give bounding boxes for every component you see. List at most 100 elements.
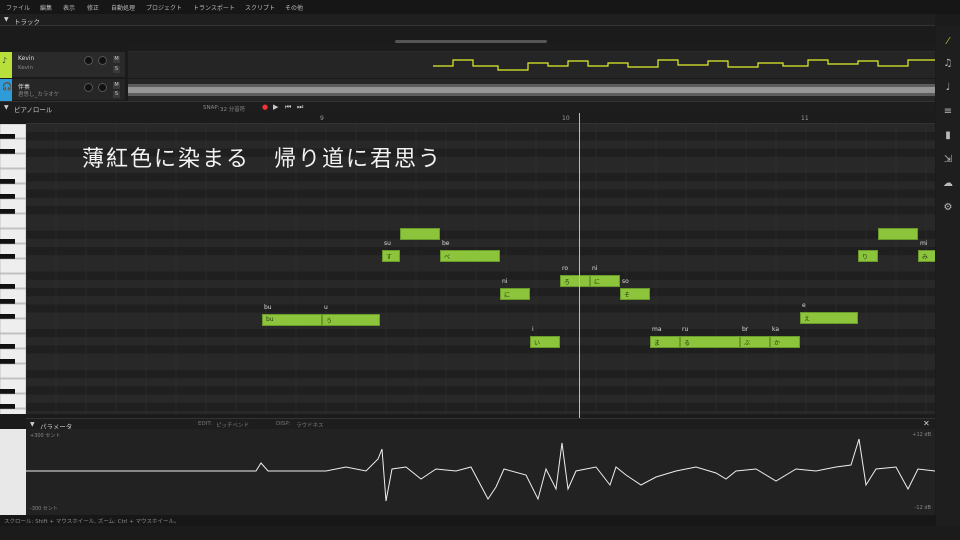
edit-label: EDIT: (198, 421, 212, 427)
note-lyric: に (504, 292, 511, 299)
menu-modify[interactable]: 修正 (87, 3, 99, 12)
note-lyric: る (684, 340, 691, 347)
parameter-area[interactable]: +300 セント -300 セント +12 dB -12 dB (26, 429, 936, 515)
note-lyric: す (386, 254, 393, 261)
status-bar: スクロール: Shift + マウスホイール, ズーム: Ctrl + マウスホ… (0, 515, 960, 526)
book-icon[interactable]: ▮ (942, 130, 954, 142)
note-lyric: り (862, 254, 869, 261)
mute-button[interactable]: M (113, 82, 120, 89)
param-top-label: +300 セント (30, 433, 61, 439)
note-lyric: ま (654, 340, 661, 347)
chevron-down-icon[interactable]: ▼ (4, 104, 9, 111)
note-phoneme: ro (562, 265, 569, 272)
note-phoneme: be (442, 240, 450, 247)
track-section-header: ▼ トラック (0, 14, 935, 26)
note[interactable]: り (858, 250, 878, 262)
pan-knob[interactable] (98, 56, 107, 65)
microphone-icon[interactable]: ♩ (942, 82, 954, 94)
play-icon[interactable]: ▶ (273, 103, 278, 111)
white-key (0, 408, 26, 414)
track-color: 🎧 (0, 79, 12, 101)
note[interactable]: べ (440, 250, 500, 262)
ruler-label: 11 (801, 115, 809, 122)
note[interactable]: ま (650, 336, 680, 348)
snap-label: SNAP: (203, 105, 220, 111)
note[interactable]: か (770, 336, 800, 348)
menu-bar: ファイル 編集 表示 修正 自動処理 プロジェクト トランスポート スクリプト … (0, 0, 960, 14)
status-text: スクロール: Shift + マウスホイール, ズーム: Ctrl + マウスホ… (4, 519, 180, 525)
note[interactable]: そ (620, 288, 650, 300)
volume-knob[interactable] (84, 56, 93, 65)
note[interactable]: い (530, 336, 560, 348)
param-keys (0, 429, 26, 515)
menu-file[interactable]: ファイル (6, 3, 30, 12)
white-key (0, 363, 26, 379)
menu-project[interactable]: プロジェクト (146, 3, 182, 12)
menu-view[interactable]: 表示 (63, 3, 75, 12)
track-sub: 君思し_カラオケ (18, 92, 60, 98)
right-toolbar: ⁄ ♫ ♩ ≡ ▮ ⇲ ☁ ⚙ (936, 26, 960, 526)
cloud-icon[interactable]: ☁ (942, 178, 954, 190)
track-color: ♪ (0, 52, 12, 78)
menu-other[interactable]: その他 (285, 3, 303, 12)
note-phoneme: u (324, 304, 328, 311)
chevron-down-icon[interactable]: ▼ (30, 421, 35, 428)
note-lyric: い (534, 340, 541, 347)
pitch-overview-lane[interactable] (128, 52, 935, 78)
pan-knob[interactable] (98, 83, 107, 92)
menu-transport[interactable]: トランスポート (193, 3, 235, 12)
menu-edit[interactable]: 編集 (40, 3, 52, 12)
close-icon[interactable]: ✕ (923, 419, 930, 428)
note[interactable]: え (800, 312, 858, 324)
chevron-down-icon[interactable]: ▼ (4, 16, 9, 23)
note-phoneme: br (742, 326, 749, 333)
edit-value[interactable]: ピッチベンド (216, 421, 249, 429)
ruler-label: 10 (562, 115, 570, 122)
gear-icon[interactable]: ⚙ (942, 202, 954, 214)
ruler-label: 9 (320, 115, 324, 122)
solo-button[interactable]: S (113, 66, 120, 73)
note[interactable]: う (322, 314, 380, 326)
headphones-icon: 🎧 (2, 82, 12, 91)
note[interactable]: ろ (560, 275, 590, 287)
track-accompaniment[interactable]: 🎧 伴奏 君思し_カラオケ M S (0, 79, 125, 101)
skip-forward-icon[interactable]: ⏭ (297, 103, 303, 112)
track-kevin[interactable]: ♪ Kevin Kevin M S (0, 52, 125, 78)
note-lyric: そ (624, 292, 631, 299)
volume-knob[interactable] (84, 83, 93, 92)
snap-value[interactable]: 32 分音符 (220, 105, 245, 113)
export-icon[interactable]: ⇲ (942, 154, 954, 166)
note[interactable]: ぶ (740, 336, 770, 348)
note-phoneme: bu (264, 304, 272, 311)
list-icon[interactable]: ≡ (942, 106, 954, 118)
track-ruler[interactable] (128, 44, 935, 52)
param-bottom-label: -300 セント (30, 506, 58, 512)
note-lyric: み (922, 254, 929, 261)
solo-button[interactable]: S (113, 91, 120, 98)
piano-keyboard[interactable] (0, 124, 26, 414)
record-icon[interactable]: ● (262, 103, 268, 111)
note[interactable]: に (500, 288, 530, 300)
accompaniment-waveform[interactable] (128, 79, 935, 101)
track-section-title: トラック (14, 18, 40, 26)
pianoroll-ruler[interactable]: 9 10 11 (26, 113, 935, 124)
note[interactable]: bu (262, 314, 322, 326)
white-key (0, 258, 26, 274)
track-scrollbar[interactable] (395, 40, 547, 43)
waveform-svg (128, 84, 935, 96)
note[interactable]: に (590, 275, 620, 287)
disp-value[interactable]: ラウドネス (296, 421, 324, 429)
note[interactable]: み (918, 250, 935, 262)
music-note-icon[interactable]: ♫ (942, 58, 954, 70)
menu-auto[interactable]: 自動処理 (111, 3, 135, 12)
note-phoneme: mi (920, 240, 928, 247)
menu-script[interactable]: スクリプト (245, 3, 275, 12)
note[interactable]: す (382, 250, 400, 262)
mute-button[interactable]: M (113, 56, 120, 63)
note[interactable] (400, 228, 440, 240)
skip-back-icon[interactable]: ⏮ (285, 103, 291, 112)
note[interactable]: る (680, 336, 740, 348)
note[interactable] (878, 228, 918, 240)
note-lyric: ぶ (744, 340, 751, 347)
note-lyric: か (774, 340, 781, 347)
